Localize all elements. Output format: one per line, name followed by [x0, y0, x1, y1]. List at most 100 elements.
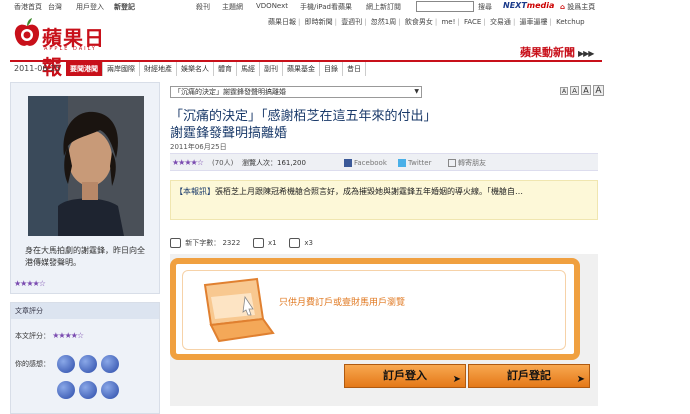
- read-count-value: 161,200: [277, 159, 306, 167]
- tab-sports[interactable]: 體育: [214, 62, 237, 76]
- link-subscribe[interactable]: 網上新訂閱: [366, 2, 401, 12]
- link-special[interactable]: 殺刊: [196, 2, 210, 12]
- sublink-cars-property[interactable]: 逼車逼樓: [520, 18, 548, 26]
- font-size-l-button[interactable]: A: [593, 85, 604, 96]
- link-taiwan[interactable]: 台灣: [48, 2, 62, 12]
- tab-entertainment[interactable]: 娛樂名人: [177, 62, 214, 76]
- cursor-icon: ➤: [452, 374, 461, 385]
- tab-racing[interactable]: 馬經: [237, 62, 260, 76]
- cursor-icon: ➤: [576, 374, 585, 385]
- mood-label: 你的感想：: [15, 360, 50, 368]
- rating-header: 文章評分: [11, 303, 159, 319]
- article-stats-row: 新下字數： 2322 x1 x3: [170, 238, 313, 248]
- article-rating-stars[interactable]: ★★★★☆: [52, 331, 84, 340]
- link-hk-home[interactable]: 香港首頁: [14, 2, 42, 12]
- tab-apple-foundation[interactable]: 蘋果基金: [283, 62, 320, 76]
- facebook-icon: [344, 159, 352, 167]
- tab-archive[interactable]: 昔日: [343, 62, 366, 76]
- article-select-value: 「沉痛的決定」謝霆鋒發聲明搞離婚: [174, 88, 286, 96]
- logo-sub: APPLE DAILY: [44, 46, 97, 52]
- twitter-share[interactable]: Twitter: [398, 154, 431, 172]
- paywall-panel: 只供月費訂戶或壹財馬用戶瀏覽 訂戶登入 ➤ 訂戶登記 ➤: [170, 254, 598, 406]
- sublink-apple-daily[interactable]: 蘋果日報: [268, 18, 296, 26]
- tab-international[interactable]: 兩岸國際: [103, 62, 140, 76]
- nextmedia-logo[interactable]: NEXTmedia: [503, 1, 554, 10]
- section-nav: 要聞港聞 兩岸國際 財經地產 娛樂名人 體育 馬經 副刊 蘋果基金 目錄 昔日: [66, 62, 366, 76]
- tab-contents[interactable]: 目錄: [320, 62, 343, 76]
- sublink-next-magazine[interactable]: 壹週刊: [341, 18, 362, 26]
- font-size-m-button[interactable]: A: [581, 85, 591, 95]
- document-icon: [170, 238, 181, 248]
- link-register[interactable]: 新登記: [114, 2, 135, 12]
- subscriber-register-label: 訂戶登記: [507, 369, 551, 382]
- mood-angry-icon[interactable]: [79, 381, 97, 399]
- sister-site-links: 蘋果日報 | 即時新聞 | 壹週刊 | 忽然1周 | 飲食男女 | me! | FACE | …: [268, 18, 585, 26]
- portrait-illustration: [28, 96, 144, 236]
- font-size-controls: AAAA: [560, 85, 606, 96]
- font-size-xs-button[interactable]: A: [560, 87, 568, 95]
- tab-local-news[interactable]: 要聞港聞: [66, 62, 103, 76]
- dynamic-news-arrows: ▶▶▶: [578, 49, 595, 58]
- apple-icon: [14, 18, 40, 46]
- sublink-me[interactable]: me!: [441, 18, 455, 26]
- facebook-label: Facebook: [354, 159, 387, 167]
- link-vdonext[interactable]: VDONext: [256, 2, 288, 10]
- sublink-trading[interactable]: 交易通: [490, 18, 511, 26]
- image-icon[interactable]: [252, 238, 264, 248]
- sublink-face[interactable]: FACE: [464, 18, 481, 26]
- article-stars[interactable]: ★★★★☆: [172, 154, 204, 172]
- mood-happy-icon[interactable]: [57, 355, 75, 373]
- photo-rating-stars: ★★★★☆: [14, 279, 46, 288]
- link-topics[interactable]: 主題網: [222, 2, 243, 12]
- article-select[interactable]: 「沉痛的決定」謝霆鋒發聲明搞離婚 ▼: [170, 86, 422, 98]
- read-count-label: 瀏覽人次：: [242, 159, 277, 167]
- dynamic-news-title: 蘋果動新聞: [520, 46, 575, 59]
- sublink-sudden-weekly[interactable]: 忽然1周: [371, 18, 396, 26]
- forward-to-friend[interactable]: 轉寄朋友: [448, 154, 486, 172]
- link-user-login[interactable]: 用戶登入: [76, 2, 104, 12]
- photo-panel: 身在大馬拍劇的謝霆鋒，昨日向全港傳媒發聲明。 ★★★★☆: [10, 82, 160, 294]
- mood-surprised-icon[interactable]: [101, 355, 119, 373]
- subscriber-register-button[interactable]: 訂戶登記 ➤: [468, 364, 590, 388]
- headline-line-2: 謝霆鋒發聲明搞離婚: [170, 126, 288, 141]
- video-count: x3: [304, 239, 313, 247]
- article-photo[interactable]: [28, 96, 144, 236]
- wordcount-value: 2322: [222, 239, 241, 247]
- paywall-notice: 只供月費訂戶或壹財馬用戶瀏覽: [170, 258, 580, 360]
- article-rating-label: 本文評分：: [15, 332, 50, 340]
- font-size-s-button[interactable]: A: [570, 86, 579, 95]
- apple-daily-logo[interactable]: 蘋果日報 APPLE DAILY: [14, 18, 114, 79]
- headline-line-1: 「沉痛的決定」「感謝栢芝在這五年來的付出」: [170, 109, 437, 124]
- search-button[interactable]: 搜尋: [478, 2, 492, 12]
- summary-text: 張栢芝上月跟陳冠希機艙合照言好，成為摧毀她與謝霆鋒五年婚姻的導火線。「機艙自…: [215, 187, 523, 196]
- paywall-message: 只供月費訂戶或壹財馬用戶瀏覽: [279, 298, 406, 308]
- mood-sad-icon[interactable]: [57, 381, 75, 399]
- wordcount-label: 新下字數：: [185, 239, 221, 247]
- twitter-label: Twitter: [408, 159, 432, 167]
- top-bar: 香港首頁 台灣 用戶登入 新登記 殺刊 主題網 VDONext 手機/iPad看…: [0, 0, 690, 14]
- search-input[interactable]: [416, 1, 474, 12]
- edition-date: 2011-06-25: [14, 64, 61, 73]
- sublink-ketchup[interactable]: Ketchup: [556, 18, 584, 26]
- article-rating-box: 文章評分 本文評分： ★★★★☆ 你的感想：: [10, 302, 160, 414]
- summary-tag: 【本報訊】: [175, 187, 215, 196]
- tab-finance[interactable]: 財經地產: [140, 62, 177, 76]
- dynamic-news-banner[interactable]: 蘋果動新聞 ▶▶▶: [520, 44, 595, 60]
- article-toolbar: 「沉痛的決定」謝霆鋒發聲明搞離婚 ▼ AAAA: [170, 85, 604, 100]
- forward-label: 轉寄朋友: [458, 159, 486, 167]
- read-count: 瀏覽人次：161,200: [242, 154, 306, 172]
- set-homepage-link[interactable]: ⌂ 設爲主頁: [560, 2, 595, 12]
- link-mobile[interactable]: 手機/iPad看蘋果: [300, 2, 352, 12]
- facebook-share[interactable]: Facebook: [344, 154, 387, 172]
- laptop-icon: [203, 277, 275, 343]
- twitter-icon: [398, 159, 406, 167]
- video-icon[interactable]: [289, 238, 301, 248]
- mail-icon: [448, 159, 456, 167]
- subscriber-login-button[interactable]: 訂戶登入 ➤: [344, 364, 466, 388]
- sublink-instant-news[interactable]: 即時新聞: [305, 18, 333, 26]
- tab-supplement[interactable]: 副刊: [260, 62, 283, 76]
- mood-worried-icon[interactable]: [101, 381, 119, 399]
- article-summary: 【本報訊】張栢芝上月跟陳冠希機艙合照言好，成為摧毀她與謝霆鋒五年婚姻的導火線。「…: [170, 180, 598, 220]
- mood-laugh-icon[interactable]: [79, 355, 97, 373]
- sublink-eat-and-travel[interactable]: 飲食男女: [405, 18, 433, 26]
